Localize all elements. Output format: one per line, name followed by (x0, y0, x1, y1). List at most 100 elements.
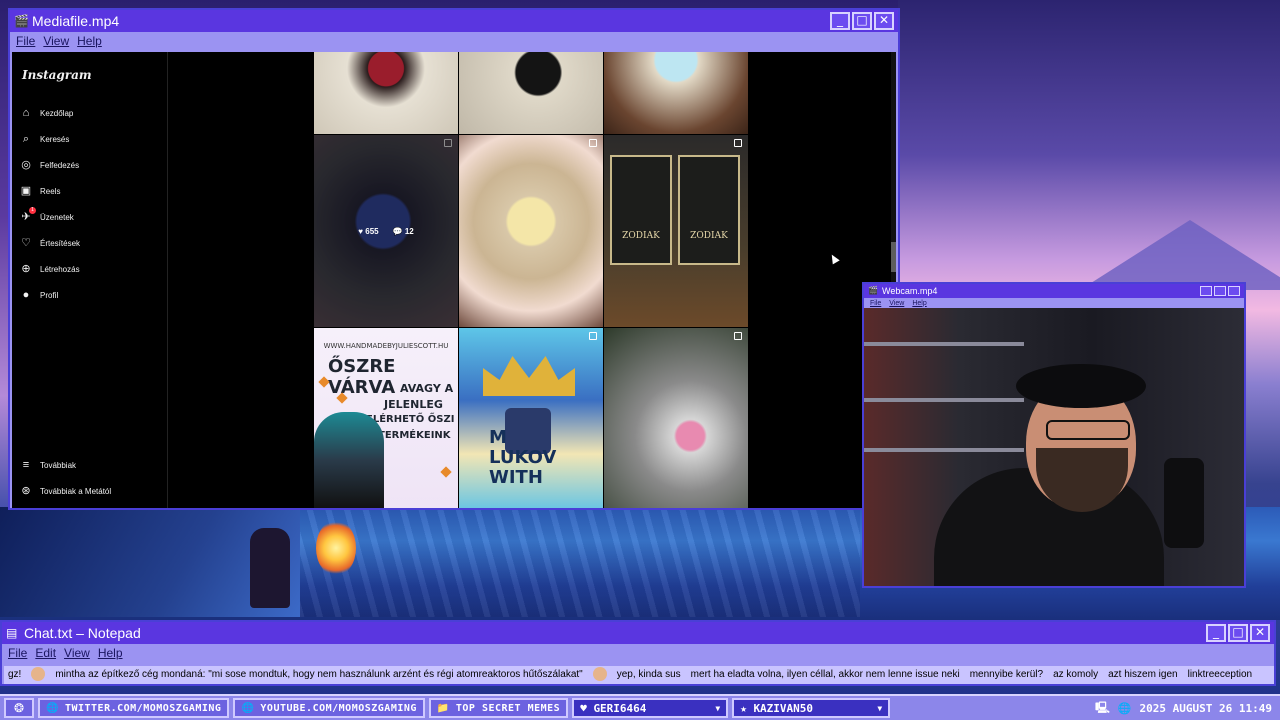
menu-file[interactable]: File (870, 300, 881, 307)
heart-icon: ♡ (21, 237, 31, 249)
maximize-button[interactable]: □ (1228, 624, 1248, 642)
close-button[interactable] (1228, 286, 1240, 296)
network-icon[interactable]: 🖳 (1095, 699, 1110, 718)
media-menubar: File View Help (10, 32, 898, 50)
shelf (864, 398, 1024, 402)
chat-message: yep, kinda sus (616, 669, 681, 680)
sidebar-item-create[interactable]: ⊕ Létrehozás (20, 256, 80, 282)
instagram-logo[interactable]: Instagram (22, 68, 92, 82)
carousel-icon (734, 332, 742, 340)
webcam-menubar: File View Help (864, 298, 1244, 308)
taskbar-item-memes[interactable]: 📁 TOP SECRET MEMES (428, 698, 569, 718)
wallpaper-mountain (1080, 220, 1280, 290)
post-tile[interactable]: ♥ 655 💬 12 (314, 135, 458, 327)
carousel-icon (589, 139, 597, 147)
post-tile[interactable]: WWW.HANDMADEBYJULIESCOTT.HU ŐSZRE VÁRVA … (314, 328, 458, 508)
start-button[interactable]: ❂ (4, 698, 34, 718)
menu-icon: ≡ (22, 459, 30, 471)
folder-icon: 📁 (436, 702, 450, 714)
sidebar-item-home[interactable]: ⌂ Kezdőlap (20, 100, 80, 126)
emote-icon (31, 667, 46, 682)
clapperboard-icon: 🎬 (868, 286, 878, 295)
menu-edit[interactable]: Edit (35, 646, 56, 660)
webcam-titlebar[interactable]: 🎬 Webcam.mp4 (864, 284, 1244, 298)
sidebar-item-label: Értesítések (40, 238, 81, 248)
minimize-button[interactable]: _ (1206, 624, 1226, 642)
wallpaper-torch (316, 520, 356, 576)
meta-icon: ⊛ (21, 485, 31, 497)
menu-help[interactable]: Help (77, 34, 102, 48)
notepad-window: ▤ Chat.txt – Notepad _ □ ✕ File Edit Vie… (0, 620, 1276, 686)
media-titlebar[interactable]: 🎬 Mediafile.mp4 _ □ ✕ (10, 10, 898, 32)
zodiac-box: ZODIAK (678, 155, 740, 265)
close-button[interactable]: ✕ (1250, 624, 1270, 642)
post-tile[interactable]: M LUKOV WITH (459, 328, 603, 508)
sidebar-item-label: Továbbiak (40, 460, 77, 470)
post-tile[interactable] (604, 328, 748, 508)
chevron-down-icon[interactable]: ▼ (877, 704, 882, 713)
post-tile[interactable] (459, 52, 603, 134)
menu-file[interactable]: File (8, 646, 27, 660)
post-tile[interactable] (314, 52, 458, 134)
messages-icon: ✈ 1 (20, 207, 36, 223)
sidebar-item-label: Felfedezés (40, 160, 80, 170)
sidebar-item-profile[interactable]: ● Profil (20, 282, 80, 308)
sidebar-item-label: Továbbiak a Metától (40, 486, 112, 496)
illustration-girl (314, 412, 384, 508)
taskbar-selector-kazivan[interactable]: ★ KAZIVAN50 ▼ (732, 698, 891, 718)
sidebar-item-search[interactable]: ⌕ Keresés (20, 126, 80, 152)
clock: 2025 AUGUST 26 11:49 (1139, 701, 1272, 715)
menu-view[interactable]: View (43, 34, 69, 48)
menu-help[interactable]: Help (98, 646, 123, 660)
post-tile[interactable] (459, 135, 603, 327)
search-icon: ⌕ (22, 133, 30, 145)
notepad-titlebar[interactable]: ▤ Chat.txt – Notepad _ □ ✕ (2, 622, 1274, 644)
chat-message: linktreeception (1187, 669, 1253, 680)
maximize-button[interactable] (1214, 286, 1226, 296)
sidebar-item-meta[interactable]: ⊛ Továbbiak a Metától (20, 478, 111, 504)
menu-view[interactable]: View (889, 300, 904, 307)
webcam-feed (864, 308, 1244, 586)
close-button[interactable]: ✕ (874, 12, 894, 30)
chat-message: gz! (8, 669, 22, 680)
clapperboard-icon: 🎬 (14, 14, 29, 28)
sidebar-item-heart[interactable]: ♡ Értesítések (20, 230, 80, 256)
menu-file[interactable]: File (16, 34, 35, 48)
sidebar-item-compass[interactable]: ◎ Felfedezés (20, 152, 80, 178)
notification-badge: 1 (29, 207, 36, 214)
chevron-down-icon[interactable]: ▼ (715, 704, 720, 713)
taskbar-selector-geri[interactable]: ♥ GERI6464 ▼ (572, 698, 729, 718)
sidebar-item-menu[interactable]: ≡ Továbbiak (20, 452, 111, 478)
crown-image (483, 356, 575, 396)
post-tile[interactable]: ZODIAK ZODIAK (604, 135, 748, 327)
sidebar-item-messages[interactable]: ✈ 1 Üzenetek (20, 204, 80, 230)
globe-icon[interactable]: 🌐 (1118, 702, 1132, 715)
microphone (1164, 458, 1204, 548)
chat-message: az komoly (1053, 669, 1099, 680)
heart-icon: ♥ (580, 701, 587, 715)
taskbar-item-youtube[interactable]: 🌐 YOUTUBE.COM/MOMOSZGAMING (233, 698, 425, 718)
mouse-cursor-icon (828, 252, 840, 265)
sidebar-item-label: Üzenetek (40, 212, 74, 222)
taskbar: ❂ 🌐 TWITTER.COM/MOMOSZGAMING 🌐 YOUTUBE.C… (0, 694, 1280, 720)
sidebar-item-label: Profil (40, 290, 59, 300)
scrollbar-thumb[interactable] (891, 242, 896, 272)
post-line: JELENLEG (384, 398, 443, 411)
home-icon: ⌂ (22, 107, 30, 119)
menu-view[interactable]: View (64, 646, 90, 660)
post-line: ELÉRHETŐ ŐSZI (366, 414, 455, 425)
post-tile[interactable] (604, 52, 748, 134)
taskbar-item-twitter[interactable]: 🌐 TWITTER.COM/MOMOSZGAMING (38, 698, 230, 718)
minimize-button[interactable]: _ (830, 12, 850, 30)
create-icon: ⊕ (21, 263, 31, 275)
leaf-decoration (440, 466, 452, 478)
instagram-sidebar: Instagram ⌂ Kezdőlap ⌕ Keresés ◎ Felfedezés ▣ R… (12, 52, 168, 508)
menu-help[interactable]: Help (912, 300, 926, 307)
media-window: 🎬 Mediafile.mp4 _ □ ✕ File View Help Ins… (8, 8, 900, 510)
minimize-button[interactable] (1200, 286, 1212, 296)
zodiac-label: ZODIAK (622, 231, 660, 241)
notepad-title: Chat.txt – Notepad (24, 625, 141, 641)
sidebar-item-reels[interactable]: ▣ Reels (20, 178, 80, 204)
carousel-icon (589, 332, 597, 340)
maximize-button[interactable]: □ (852, 12, 872, 30)
